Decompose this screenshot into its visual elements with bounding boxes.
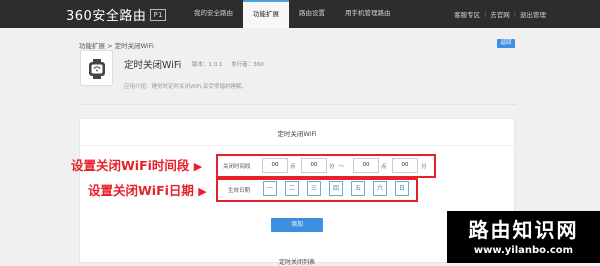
logo[interactable]: 360安全路由 P1 <box>66 5 167 24</box>
panel-title: 定时关闭WiFi <box>277 130 317 138</box>
main-nav: 我的安全路由 功能扩展 路由设置 用手机管理路由 <box>184 0 401 28</box>
start-hour-input[interactable]: 00 <box>262 158 288 173</box>
arrow-right-icon: ▶ <box>198 185 207 198</box>
start-hour-unit: 点 <box>290 164 296 170</box>
breadcrumb: 功能扩展 > 定时关闭WiFi <box>79 40 154 50</box>
nav-my-router[interactable]: 我的安全路由 <box>184 0 243 28</box>
start-minute-unit: 分 <box>329 164 335 170</box>
breadcrumb-separator: > <box>107 42 113 50</box>
back-button[interactable]: 返回 <box>497 39 515 48</box>
breadcrumb-parent[interactable]: 功能扩展 <box>79 42 105 50</box>
day-wed-button[interactable]: 三 <box>307 181 321 196</box>
panel-divider <box>80 145 514 146</box>
app-description: 应用介绍：睡觉时定时关闭WiFi,享受零辐射睡眠。 <box>124 84 247 90</box>
start-minute-input[interactable]: 00 <box>301 158 327 173</box>
day-fri-button[interactable]: 五 <box>351 181 365 196</box>
day-thu-button[interactable]: 四 <box>329 181 343 196</box>
period-annotation: 设置关闭WiFi时间段 ▶ <box>71 155 202 174</box>
watch-icon <box>89 59 105 79</box>
divider: | <box>484 10 487 18</box>
app-meta: 版本：1.0.1 发行者：360 <box>192 60 271 68</box>
app-icon-tile <box>80 50 113 86</box>
arrow-right-icon: ▶ <box>193 160 203 173</box>
end-minute-input[interactable]: 00 <box>392 158 418 173</box>
official-site-link[interactable]: 去官网 <box>490 9 510 19</box>
header-links: 客服专区 | 去官网 | 退出管理 <box>454 0 546 28</box>
period-label: 关闭时间段 <box>223 164 251 170</box>
days-annotation: 设置关闭WiFi日期 ▶ <box>88 180 207 199</box>
end-hour-input[interactable]: 00 <box>353 158 379 173</box>
end-minute-unit: 分 <box>421 164 427 170</box>
nav-mobile-manage[interactable]: 用手机管理路由 <box>335 0 401 28</box>
nav-extensions[interactable]: 功能扩展 <box>243 0 289 28</box>
day-tue-button[interactable]: 二 <box>285 181 299 196</box>
app-name: 定时关闭WiFi <box>124 60 182 71</box>
breadcrumb-current: 定时关闭WiFi <box>114 42 154 50</box>
logout-link[interactable]: 退出管理 <box>520 9 546 19</box>
watermark: 路由知识网 www.yilanbo.com <box>447 211 600 263</box>
divider: | <box>513 10 516 18</box>
section-divider <box>79 104 517 105</box>
logo-text: 360安全路由 <box>66 9 147 24</box>
app-version: 版本：1.0.1 <box>192 62 223 68</box>
day-sun-button[interactable]: 日 <box>395 181 409 196</box>
days-annotation-text: 设置关闭WiFi日期 <box>88 183 194 198</box>
app-publisher: 发行者：360 <box>231 62 264 68</box>
range-separator: ～ <box>339 164 345 170</box>
top-navigation-bar: 360安全路由 P1 我的安全路由 功能扩展 路由设置 用手机管理路由 客服专区… <box>0 0 600 28</box>
day-mon-button[interactable]: 一 <box>263 181 277 196</box>
period-annotation-text: 设置关闭WiFi时间段 <box>71 158 190 173</box>
end-hour-unit: 点 <box>381 164 387 170</box>
support-link[interactable]: 客服专区 <box>454 9 480 19</box>
watermark-title: 路由知识网 <box>468 218 579 242</box>
days-label: 生效日期 <box>228 188 251 194</box>
day-sat-button[interactable]: 六 <box>373 181 387 196</box>
logo-model-badge: P1 <box>150 8 167 21</box>
add-button[interactable]: 添加 <box>271 218 323 232</box>
nav-router-settings[interactable]: 路由设置 <box>289 0 335 28</box>
watermark-url: www.yilanbo.com <box>473 245 574 256</box>
